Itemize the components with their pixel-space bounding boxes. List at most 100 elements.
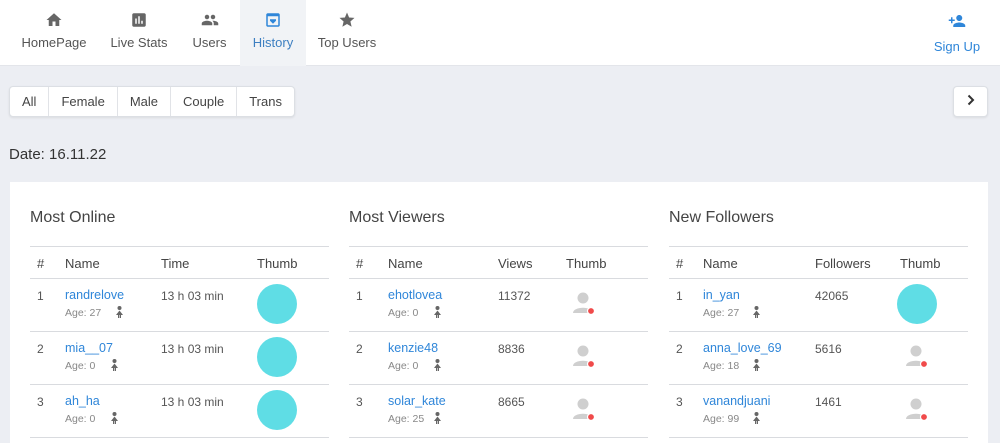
nav-history[interactable]: History — [240, 0, 306, 66]
table-header: # Name Time Thumb — [30, 247, 329, 279]
table-row: 2 kenzie48 Age: 0 8836 — [349, 332, 648, 385]
column-header: Thumb — [257, 256, 298, 271]
most-online-table: # Name Time Thumb 1 randrelove Age: 27 1… — [30, 246, 329, 438]
nav-homepage-label: HomePage — [21, 35, 87, 50]
view-count: 11372 — [498, 289, 531, 303]
user-thumbnail[interactable] — [897, 284, 937, 324]
home-icon — [45, 11, 63, 35]
age-label: Age: 27 — [703, 307, 740, 319]
female-icon — [110, 412, 119, 427]
column-header: Views — [498, 256, 533, 271]
new-followers-table: # Name Followers Thumb 1 in_yan Age: 27 … — [669, 246, 968, 438]
female-icon — [752, 359, 761, 374]
top-navigation: HomePage Live Stats Users History Top Us… — [0, 0, 1000, 66]
column-header: Time — [161, 256, 190, 271]
section-title: Most Viewers — [349, 209, 445, 226]
most-viewers-table: # Name Views Thumb 1 ehotlovea Age: 0 11… — [349, 246, 648, 438]
username-link[interactable]: solar_kate — [388, 394, 446, 408]
sign-up-button[interactable]: Sign Up — [922, 0, 992, 66]
column-header: Thumb — [900, 256, 941, 271]
follower-count: 1461 — [815, 395, 842, 409]
age-label: Age: 0 — [388, 307, 419, 319]
column-header: Followers — [815, 256, 871, 271]
online-time: 13 h 03 min — [161, 289, 224, 303]
female-icon — [752, 412, 761, 427]
user-thumbnail[interactable] — [257, 284, 297, 324]
filter-female-button[interactable]: Female — [49, 87, 118, 116]
username-link[interactable]: randrelove — [65, 288, 124, 302]
age-label: Age: 99 — [703, 413, 740, 425]
age-label: Age: 0 — [388, 360, 419, 372]
username-link[interactable]: ehotlovea — [388, 288, 442, 302]
user-thumbnail[interactable] — [257, 390, 297, 430]
age-label: Age: 0 — [65, 360, 96, 372]
column-header: Name — [703, 256, 738, 271]
table-header: # Name Followers Thumb — [669, 247, 968, 279]
age-label: Age: 18 — [703, 360, 740, 372]
table-header: # Name Views Thumb — [349, 247, 648, 279]
chevron-right-icon — [965, 93, 977, 111]
row-number: 1 — [676, 289, 683, 303]
section-title: Most Online — [30, 209, 116, 226]
nav-live-stats-label: Live Stats — [110, 35, 168, 50]
table-row: 1 in_yan Age: 27 42065 — [669, 279, 968, 332]
row-number: 2 — [676, 342, 683, 356]
sign-up-label: Sign Up — [933, 39, 981, 54]
nav-top-users-label: Top Users — [317, 35, 377, 50]
nav-live-stats[interactable]: Live Stats — [101, 0, 177, 66]
table-row: 3 solar_kate Age: 25 8665 — [349, 385, 648, 438]
username-link[interactable]: kenzie48 — [388, 341, 438, 355]
table-row: 2 anna_love_69 Age: 18 5616 — [669, 332, 968, 385]
nav-history-label: History — [252, 35, 294, 50]
row-number: 3 — [356, 395, 363, 409]
default-avatar-icon[interactable] — [572, 344, 596, 370]
archive-icon — [264, 11, 282, 35]
female-icon — [115, 306, 124, 321]
age-label: Age: 25 — [388, 413, 425, 425]
username-link[interactable]: ah_ha — [65, 394, 100, 408]
username-link[interactable]: anna_love_69 — [703, 341, 782, 355]
username-link[interactable]: vanandjuani — [703, 394, 770, 408]
nav-homepage[interactable]: HomePage — [12, 0, 96, 66]
user-thumbnail[interactable] — [257, 337, 297, 377]
follower-count: 5616 — [815, 342, 842, 356]
filter-male-button[interactable]: Male — [118, 87, 171, 116]
table-row: 3 ah_ha Age: 0 13 h 03 min — [30, 385, 329, 438]
column-header: Name — [65, 256, 100, 271]
table-row: 1 ehotlovea Age: 0 11372 — [349, 279, 648, 332]
gender-filter-group: All Female Male Couple Trans — [9, 86, 295, 117]
table-row: 2 mia__07 Age: 0 13 h 03 min — [30, 332, 329, 385]
online-time: 13 h 03 min — [161, 395, 224, 409]
chart-icon — [130, 11, 148, 35]
default-avatar-icon[interactable] — [572, 291, 596, 317]
filter-couple-button[interactable]: Couple — [171, 87, 238, 116]
next-date-button[interactable] — [953, 86, 988, 117]
view-count: 8836 — [498, 342, 525, 356]
age-label: Age: 0 — [65, 413, 96, 425]
nav-users[interactable]: Users — [181, 0, 238, 66]
column-header: Thumb — [566, 256, 607, 271]
view-count: 8665 — [498, 395, 525, 409]
row-number: 2 — [37, 342, 44, 356]
female-icon — [433, 306, 442, 321]
column-header: # — [37, 256, 45, 271]
nav-top-users[interactable]: Top Users — [309, 0, 385, 66]
username-link[interactable]: mia__07 — [65, 341, 113, 355]
female-icon — [110, 359, 119, 374]
female-icon — [752, 306, 761, 321]
default-avatar-icon[interactable] — [905, 344, 929, 370]
default-avatar-icon[interactable] — [572, 397, 596, 423]
nav-users-label: Users — [192, 35, 227, 50]
section-title: New Followers — [669, 209, 774, 226]
username-link[interactable]: in_yan — [703, 288, 740, 302]
table-row: 1 randrelove Age: 27 13 h 03 min — [30, 279, 329, 332]
default-avatar-icon[interactable] — [905, 397, 929, 423]
row-number: 2 — [356, 342, 363, 356]
filter-trans-button[interactable]: Trans — [237, 87, 294, 116]
filter-all-button[interactable]: All — [10, 87, 50, 116]
table-row: 3 vanandjuani Age: 99 1461 — [669, 385, 968, 438]
female-icon — [433, 359, 442, 374]
column-header: # — [676, 256, 684, 271]
row-number: 3 — [676, 395, 683, 409]
add-user-icon — [948, 12, 966, 39]
